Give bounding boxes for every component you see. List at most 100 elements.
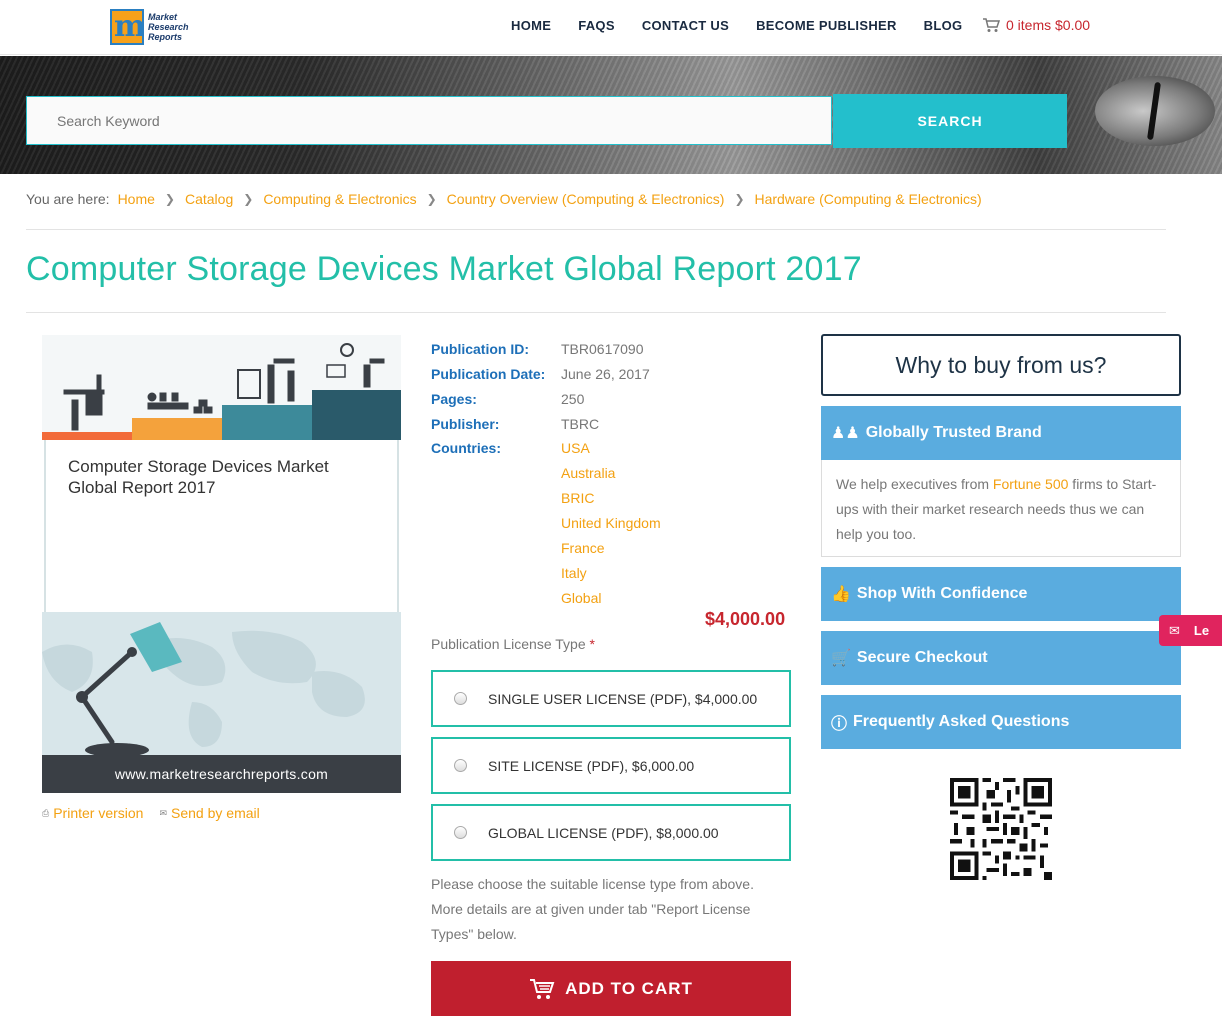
add-to-cart-label: ADD TO CART <box>565 978 693 998</box>
detail-row-countries: Countries: USA Australia BRIC United Kin… <box>431 436 791 611</box>
license-type-label: Publication License Type * <box>431 636 595 652</box>
question-circle-icon: ⓘ <box>831 716 848 733</box>
country-link[interactable]: BRIC <box>561 486 661 511</box>
divider <box>26 229 1166 230</box>
why-buy-heading: Why to buy from us? <box>821 334 1181 396</box>
report-details: Publication ID: TBR0617090 Publication D… <box>431 336 791 611</box>
envelope-icon: ✉ <box>1169 622 1180 638</box>
qr-code <box>950 778 1052 880</box>
site-logo[interactable]: m Market Research Reports <box>110 8 192 46</box>
publisher-value: TBRC <box>561 415 600 432</box>
cart-icon <box>983 17 1000 32</box>
globally-trusted-brand-header[interactable]: ♟♟ Globally Trusted Brand <box>821 406 1181 460</box>
breadcrumb-home[interactable]: Home <box>118 191 155 207</box>
license-option-global[interactable]: GLOBAL LICENSE (PDF), $8,000.00 <box>431 804 791 861</box>
radio-button[interactable] <box>454 759 467 772</box>
detail-label: Countries: <box>431 440 501 456</box>
country-link[interactable]: United Kingdom <box>561 511 661 536</box>
radio-button[interactable] <box>454 692 467 705</box>
country-link[interactable]: USA <box>561 436 661 461</box>
search-input[interactable] <box>26 96 832 145</box>
country-link[interactable]: Australia <box>561 461 661 486</box>
shop-with-confidence-button[interactable]: 👍 Shop With Confidence <box>821 567 1181 621</box>
cat-eye-image <box>1095 76 1215 146</box>
secure-checkout-button[interactable]: 🛒 Secure Checkout <box>821 631 1181 685</box>
send-by-email-link[interactable]: ✉ Send by email <box>159 805 259 821</box>
printer-version-label: Printer version <box>53 805 144 821</box>
license-option-label: SITE LICENSE (PDF), $6,000.00 <box>488 757 695 774</box>
main-nav: HOME FAQS CONTACT US BECOME PUBLISHER BL… <box>511 18 989 33</box>
nav-blog[interactable]: BLOG <box>924 18 963 33</box>
nav-contact-us[interactable]: CONTACT US <box>642 18 729 33</box>
floating-tab-label: Le <box>1193 623 1210 638</box>
page-title: Computer Storage Devices Market Global R… <box>26 250 862 288</box>
cart-icon <box>530 978 555 999</box>
nav-faqs[interactable]: FAQS <box>578 18 615 33</box>
report-price: $4,000.00 <box>705 609 786 629</box>
secure-checkout-label: Secure Checkout <box>856 649 988 666</box>
utility-links: ⎙ Printer version ✉ Send by email <box>42 805 260 821</box>
license-help-text: Please choose the suitable license type … <box>431 876 754 942</box>
nav-home[interactable]: HOME <box>511 18 551 33</box>
cover-card: Computer Storage Devices Market Global R… <box>44 440 399 612</box>
countries-list: USA Australia BRIC United Kingdom France… <box>561 436 661 611</box>
logo-mark: m <box>110 9 144 45</box>
faq-button[interactable]: ⓘ Frequently Asked Questions <box>821 695 1181 749</box>
email-icon: ✉ <box>159 807 168 818</box>
cover-footer-url: www.marketresearchreports.com <box>42 755 401 793</box>
printer-icon: ⎙ <box>42 807 50 818</box>
breadcrumb-country-overview[interactable]: Country Overview (Computing & Electronic… <box>447 191 725 207</box>
divider <box>26 312 1166 313</box>
shop-with-confidence-label: Shop With Confidence <box>856 585 1028 602</box>
detail-label: Publisher: <box>431 415 500 432</box>
top-header: m Market Research Reports HOME FAQS CONT… <box>0 0 1222 55</box>
add-to-cart-button[interactable]: ADD TO CART <box>431 961 791 1016</box>
required-mark: * <box>589 636 595 652</box>
breadcrumb: You are here: Home ❯ Catalog ❯ Computing… <box>26 191 982 207</box>
industry-steps-graphic <box>42 343 401 440</box>
pages-value: 250 <box>561 390 585 407</box>
send-by-email-label: Send by email <box>171 805 260 821</box>
nav-become-publisher[interactable]: BECOME PUBLISHER <box>756 18 897 33</box>
country-link[interactable]: Global <box>561 586 661 611</box>
printer-version-link[interactable]: ⎙ Printer version <box>42 805 143 821</box>
publication-id-value: TBR0617090 <box>561 340 644 357</box>
report-cover-image: Computer Storage Devices Market Global R… <box>42 335 401 793</box>
users-icon: ♟♟ <box>831 425 860 442</box>
cart-icon: 🛒 <box>831 650 851 667</box>
globally-trusted-brand-label: Globally Trusted Brand <box>865 424 1042 441</box>
cover-map-lamp <box>42 612 401 767</box>
search-button[interactable]: SEARCH <box>833 94 1067 148</box>
license-option-label: SINGLE USER LICENSE (PDF), $4,000.00 <box>488 690 758 707</box>
breadcrumb-hardware[interactable]: Hardware (Computing & Electronics) <box>755 191 982 207</box>
radio-button[interactable] <box>454 826 467 839</box>
detail-label: Publication ID: <box>431 340 529 357</box>
country-link[interactable]: Italy <box>561 561 661 586</box>
country-link[interactable]: France <box>561 536 661 561</box>
detail-label: Publication Date: <box>431 365 546 382</box>
thumbs-up-icon: 👍 <box>831 586 851 603</box>
detail-row-pages: Pages: 250 <box>431 386 791 411</box>
detail-row-publication-date: Publication Date: June 26, 2017 <box>431 361 791 386</box>
chevron-right-icon: ❯ <box>164 192 175 206</box>
breadcrumb-prefix: You are here: <box>26 191 110 207</box>
floating-email-tab[interactable]: ✉ Le <box>1159 615 1222 646</box>
breadcrumb-catalog[interactable]: Catalog <box>185 191 233 207</box>
license-option-single-user[interactable]: SINGLE USER LICENSE (PDF), $4,000.00 <box>431 670 791 727</box>
detail-row-publisher: Publisher: TBRC <box>431 411 791 436</box>
detail-row-publication-id: Publication ID: TBR0617090 <box>431 336 791 361</box>
publication-date-value: June 26, 2017 <box>561 365 650 382</box>
header-cart[interactable]: 0 items $0.00 <box>982 17 1090 33</box>
license-option-site[interactable]: SITE LICENSE (PDF), $6,000.00 <box>431 737 791 794</box>
fortune-500-link[interactable]: Fortune 500 <box>993 476 1069 492</box>
cover-illustration <box>42 335 401 440</box>
chevron-right-icon: ❯ <box>426 192 437 206</box>
breadcrumb-computing-electronics[interactable]: Computing & Electronics <box>263 191 416 207</box>
globally-trusted-brand-body: We help executives from Fortune 500 firm… <box>821 460 1181 557</box>
world-map-lamp-graphic <box>42 622 365 757</box>
license-option-label: GLOBAL LICENSE (PDF), $8,000.00 <box>488 824 719 841</box>
faq-label: Frequently Asked Questions <box>853 713 1070 730</box>
cart-summary: 0 items $0.00 <box>1006 17 1091 33</box>
chevron-right-icon: ❯ <box>734 192 745 206</box>
logo-text: Market Research Reports <box>148 12 189 42</box>
